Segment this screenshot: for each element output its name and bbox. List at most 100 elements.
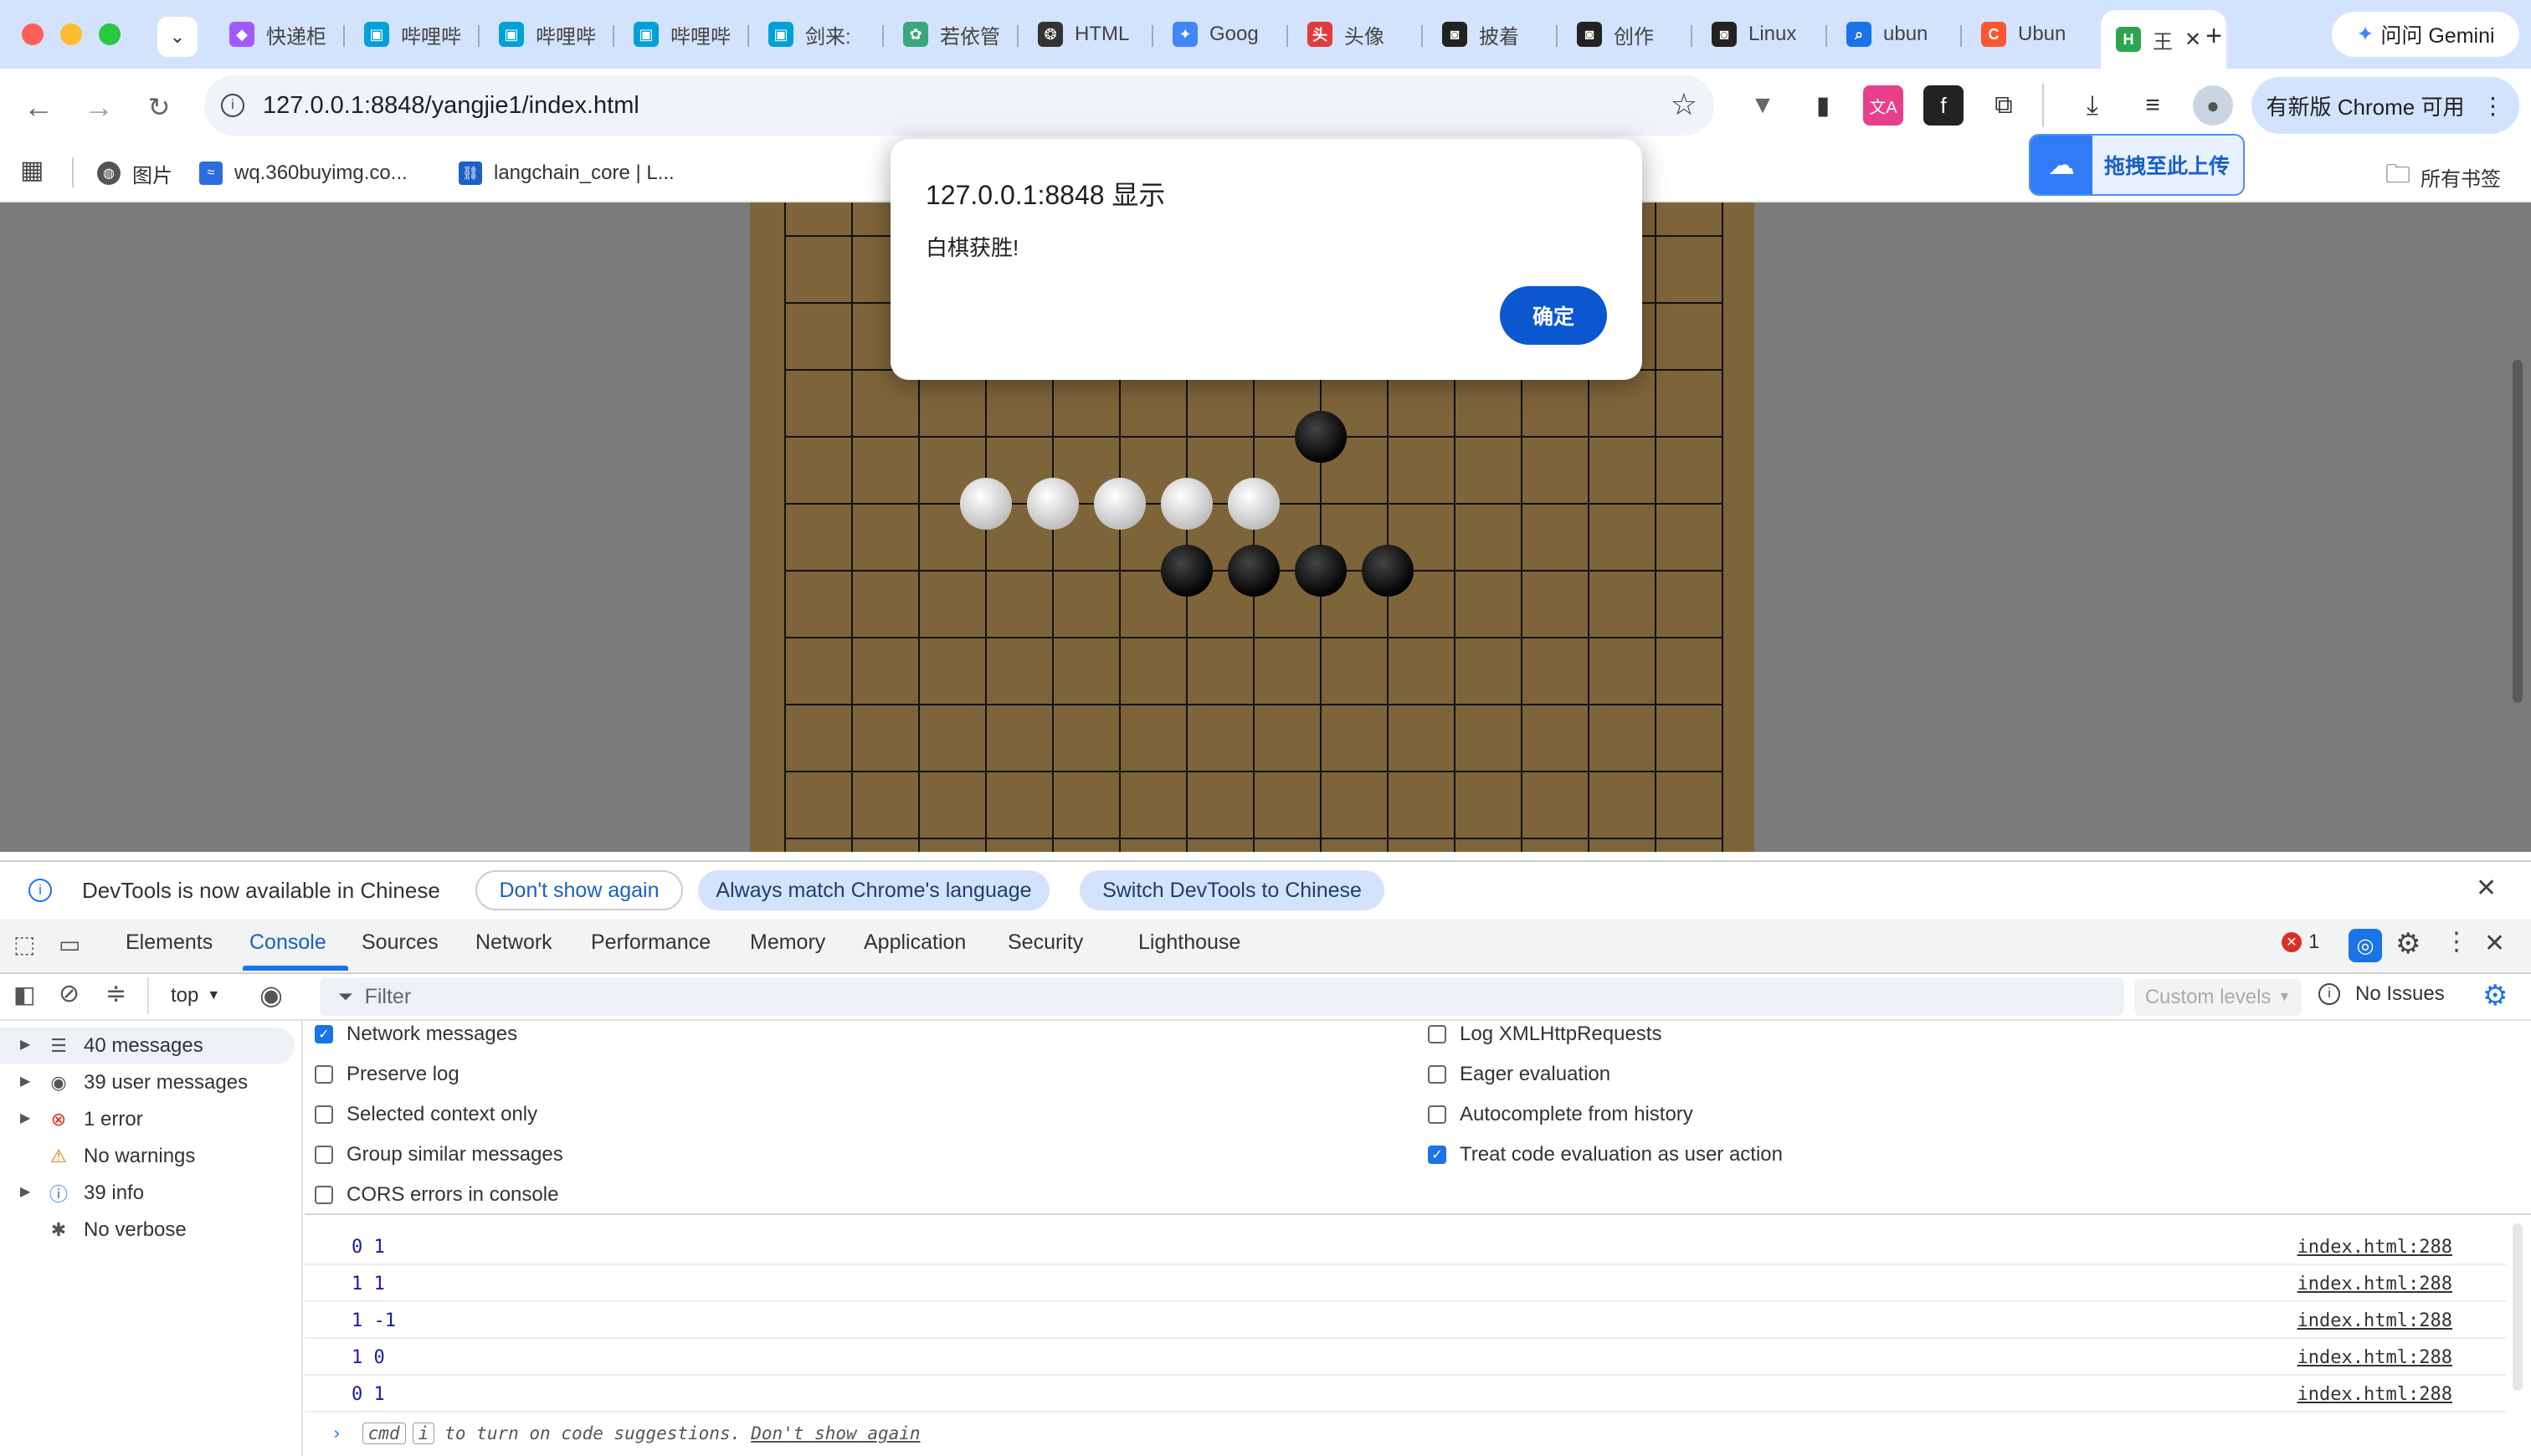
expand-arrow-icon[interactable]: ▶ [20, 1036, 30, 1053]
error-counter[interactable]: ✕ 1 [2282, 931, 2319, 954]
tab-13[interactable]: C Ubun [1966, 12, 2092, 57]
option-right-3[interactable]: ✓ Treat code evaluation as user action [1428, 1138, 1783, 1171]
tab-0[interactable]: ◆ 快递柜 [214, 12, 340, 57]
devtools-tab-application[interactable]: Application [864, 931, 966, 955]
maximize-window-button[interactable] [99, 23, 121, 45]
inspect-element-icon[interactable]: ⬚ [13, 931, 35, 958]
tab-8[interactable]: 头头像 [1292, 12, 1418, 57]
site-info-icon[interactable]: i [221, 94, 244, 117]
log-source-link[interactable]: index.html:288 [2297, 1274, 2452, 1295]
settings-gear-icon[interactable]: ⚙ [2395, 927, 2421, 961]
close-devtools-icon[interactable]: ✕ [2484, 929, 2505, 958]
devtools-tab-console[interactable]: Console [249, 931, 326, 955]
checkbox[interactable] [315, 1105, 333, 1124]
checkbox[interactable]: ✓ [315, 1025, 333, 1043]
checkbox[interactable] [1428, 1065, 1446, 1084]
tab-10[interactable]: ◙ 创作 [1562, 12, 1687, 57]
expand-arrow-icon[interactable]: ▶ [20, 1073, 30, 1089]
option-left-3[interactable]: Group similar messages [315, 1138, 563, 1171]
ask-gemini-button[interactable]: ✦ 问问 Gemini [2332, 12, 2519, 57]
close-window-button[interactable] [22, 23, 44, 45]
clear-console-icon[interactable]: ⊘ [59, 979, 80, 1008]
devtools-tab-sources[interactable]: Sources [362, 931, 439, 955]
address-bar[interactable]: i 127.0.0.1:8848/yangjie1/index.html ☆ [204, 75, 1714, 136]
option-left-2[interactable]: Selected context only [315, 1098, 537, 1131]
checkbox[interactable]: ✓ [1428, 1146, 1446, 1164]
extensions-puzzle-icon[interactable]: ⧉ [1984, 85, 2024, 126]
devtools-tab-network[interactable]: Network [475, 931, 552, 955]
console-settings-gear-icon[interactable]: ⚙ [2482, 979, 2508, 1013]
bookmark-item[interactable]: ≈ wq.360buyimg.co... [199, 154, 408, 192]
issues-counter[interactable]: i No Issues [2318, 982, 2445, 1006]
sidebar-item-2[interactable]: ⊗ 1 error [45, 1103, 143, 1136]
bookmark-star-icon[interactable]: ☆ [1671, 87, 1697, 122]
tab-search-chevron-icon[interactable]: ⌄ [157, 17, 198, 57]
option-left-1[interactable]: Preserve log [315, 1058, 459, 1091]
dont-show-again-button[interactable]: Don't show again [475, 870, 683, 910]
phone-extension-icon[interactable]: ▮ [1803, 85, 1843, 126]
translate-extension-icon[interactable]: 文A [1863, 85, 1903, 126]
log-source-link[interactable]: index.html:288 [2297, 1384, 2452, 1405]
baidu-upload-dropzone[interactable]: ☁ 拖拽至此上传 [2029, 134, 2245, 196]
sidebar-item-3[interactable]: ⚠ No warnings [45, 1140, 195, 1173]
reload-icon[interactable]: ↻ [136, 84, 182, 131]
font-extension-icon[interactable]: f [1923, 85, 1964, 126]
profile-avatar-icon[interactable]: ● [2193, 85, 2233, 126]
option-left-4[interactable]: CORS errors in console [315, 1178, 558, 1212]
devtools-tab-security[interactable]: Security [1008, 931, 1083, 955]
checkbox[interactable] [1428, 1105, 1446, 1124]
apps-grid-icon[interactable]: ▦ [20, 156, 44, 185]
sidebar-item-0[interactable]: ☰ 40 messages [45, 1029, 203, 1063]
console-filter-input[interactable]: ⏷ Filter [320, 977, 2124, 1016]
tab-7[interactable]: ✦ Goog [1158, 12, 1283, 57]
devtools-tab-lighthouse[interactable]: Lighthouse [1138, 931, 1240, 955]
back-arrow-icon[interactable]: ← [15, 84, 62, 131]
devtools-tab-elements[interactable]: Elements [126, 931, 213, 955]
page-scrollbar[interactable] [2513, 360, 2523, 703]
log-levels-dropdown[interactable]: Custom levels ▼ [2134, 979, 2302, 1016]
tab-5[interactable]: ✿ 若依管 [888, 12, 1014, 57]
vue-devtools-icon[interactable]: ▼ [1743, 85, 1783, 126]
checkbox[interactable] [1428, 1025, 1446, 1043]
bookmark-item[interactable]: ◍ 图片 [97, 154, 172, 192]
checkbox[interactable] [315, 1065, 333, 1084]
alert-ok-button[interactable]: 确定 [1500, 286, 1607, 345]
expand-arrow-icon[interactable]: ▶ [20, 1110, 30, 1126]
switch-to-chinese-button[interactable]: Switch DevTools to Chinese [1080, 870, 1384, 910]
sidebar-item-1[interactable]: ◉ 39 user messages [45, 1066, 248, 1100]
ai-assistance-icon[interactable]: ◎ [2349, 929, 2382, 962]
device-toolbar-icon[interactable]: ▭ [59, 931, 80, 958]
tab-4[interactable]: ▣ 剑来: [753, 12, 879, 57]
option-right-1[interactable]: Eager evaluation [1428, 1058, 1610, 1091]
tab-2[interactable]: ▣ 哔哩哔 [484, 12, 609, 57]
sidebar-toggle-icon[interactable]: ◧ [13, 981, 35, 1008]
console-scrollbar[interactable] [2513, 1223, 2523, 1391]
close-banner-icon[interactable]: ✕ [2476, 874, 2497, 903]
option-left-0[interactable]: ✓ Network messages [315, 1018, 517, 1051]
option-right-0[interactable]: Log XMLHttpRequests [1428, 1018, 1661, 1051]
minimize-window-button[interactable] [60, 23, 82, 45]
devtools-tab-memory[interactable]: Memory [750, 931, 825, 955]
live-expression-eye-icon[interactable]: ◉ [259, 979, 283, 1011]
all-bookmarks-button[interactable]: 🗀 所有书签 [2385, 156, 2501, 198]
reading-list-icon[interactable]: ≡ [2133, 85, 2173, 126]
tab-1[interactable]: ▣ 哔哩哔 [349, 12, 475, 57]
checkbox[interactable] [315, 1146, 333, 1164]
tab-11[interactable]: ◙ Linux [1697, 12, 1822, 57]
checkbox[interactable] [315, 1186, 333, 1204]
tab-12[interactable]: ⌕ ubun [1831, 12, 1957, 57]
new-tab-plus-icon[interactable]: + [2193, 15, 2235, 57]
option-right-2[interactable]: Autocomplete from history [1428, 1098, 1693, 1131]
log-source-link[interactable]: index.html:288 [2297, 1347, 2452, 1368]
more-vertical-icon[interactable]: ⋮ [2444, 927, 2469, 956]
filter-collapse-icon[interactable]: ≑ [105, 979, 126, 1008]
bookmark-item[interactable]: ⛓ langchain_core | L... [459, 154, 675, 192]
forward-arrow-icon[interactable]: → [75, 84, 122, 131]
log-source-link[interactable]: index.html:288 [2297, 1310, 2452, 1331]
download-icon[interactable]: ⤓ [2072, 85, 2113, 126]
hint-dont-show-link[interactable]: Don't show again [751, 1423, 920, 1443]
sidebar-item-4[interactable]: ⓘ 39 info [45, 1177, 144, 1210]
devtools-tab-performance[interactable]: Performance [591, 931, 711, 955]
context-selector[interactable]: top ▼ [171, 984, 220, 1007]
match-language-button[interactable]: Always match Chrome's language [698, 870, 1050, 910]
